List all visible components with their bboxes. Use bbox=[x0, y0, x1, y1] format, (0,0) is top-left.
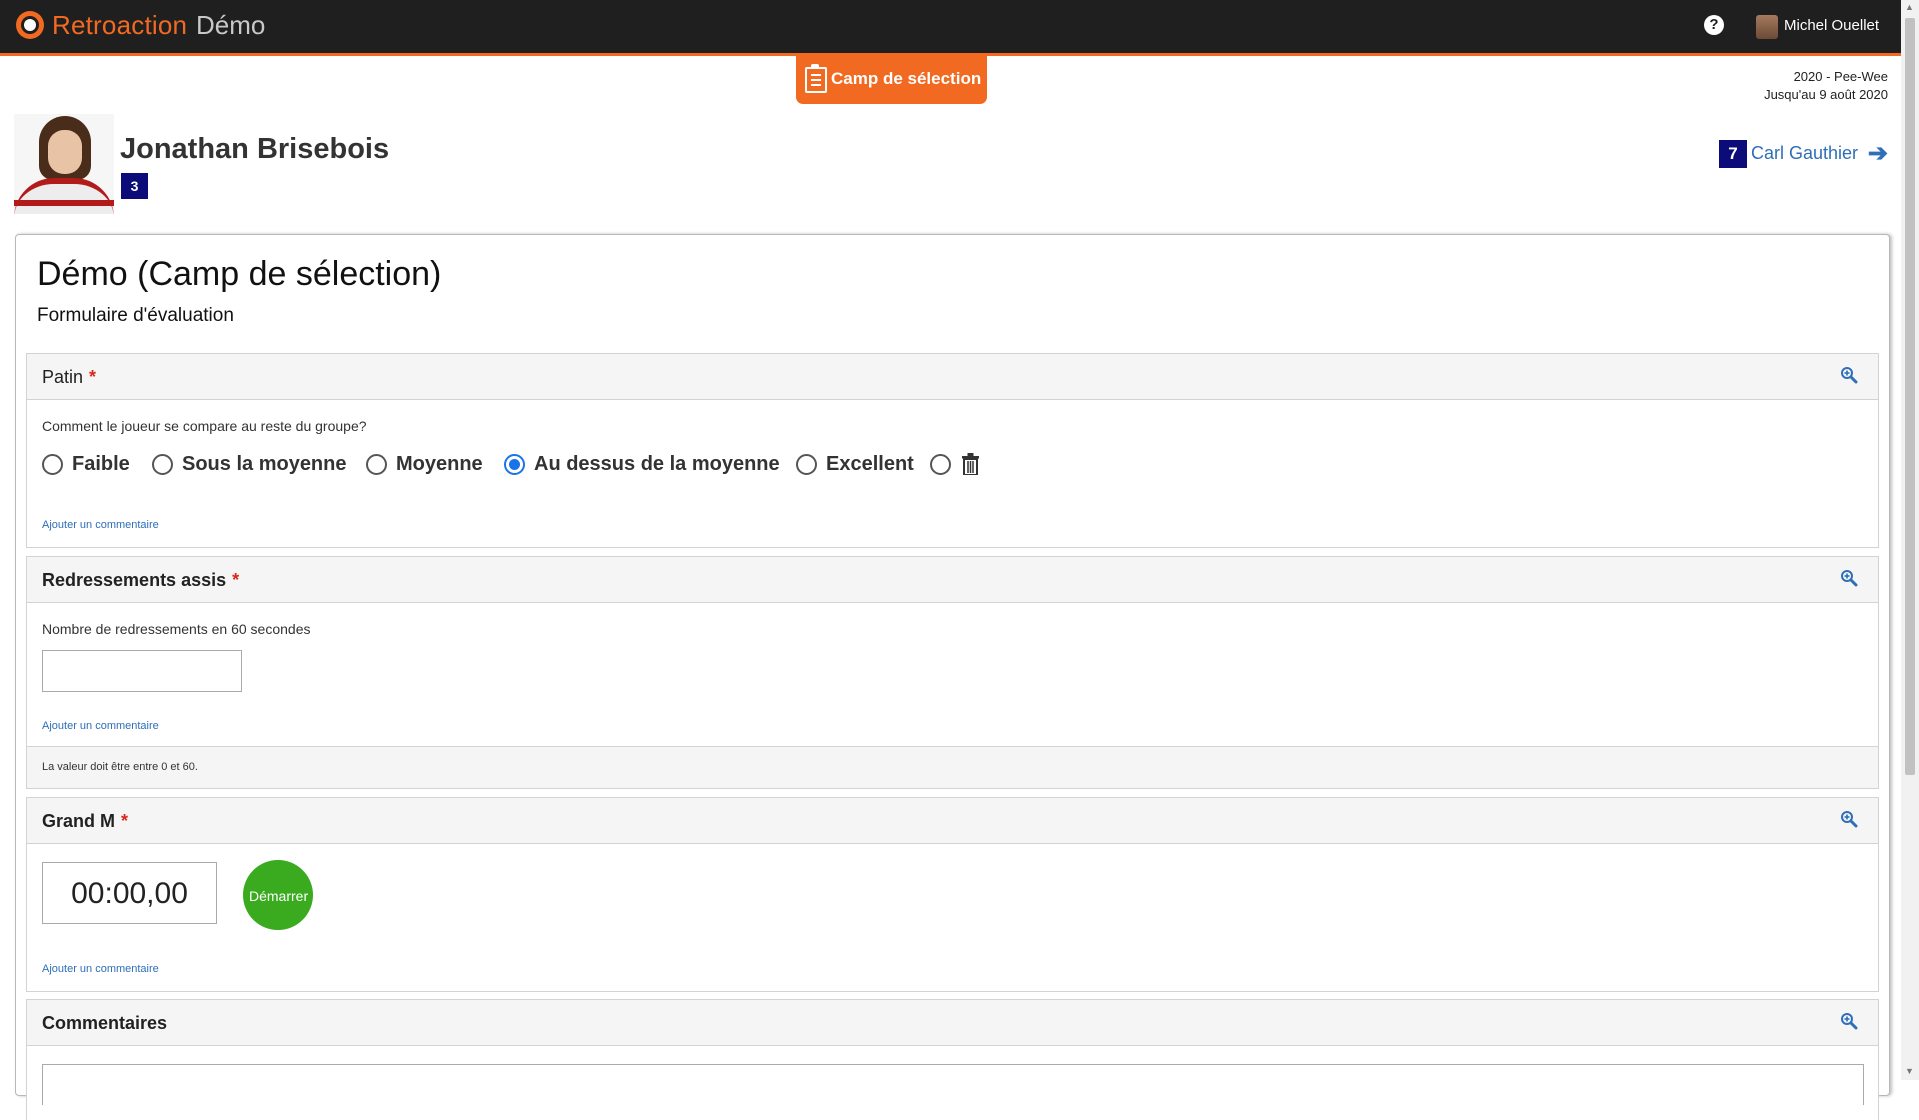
radio-label[interactable]: Faible bbox=[72, 453, 130, 476]
season-name: 2020 - Pee-Wee bbox=[1793, 69, 1888, 84]
validation-message-bar: La valeur doit être entre 0 et 60. bbox=[27, 746, 1878, 788]
section-title: Commentaires bbox=[42, 1013, 168, 1033]
organization-name: Démo bbox=[196, 10, 266, 40]
section-grand-m: Grand M * 00:00,00 Démarrer Ajouter un co… bbox=[26, 797, 1879, 992]
form-title: Démo (Camp de sélection) bbox=[37, 255, 442, 293]
section-commentaires: Commentaires bbox=[26, 999, 1879, 1120]
required-marker: * bbox=[232, 570, 240, 590]
validation-message: La valeur doit être entre 0 et 60. bbox=[42, 761, 198, 773]
radio-button[interactable] bbox=[152, 454, 173, 475]
player-number-badge: 3 bbox=[121, 173, 148, 199]
retroaction-logo-icon[interactable] bbox=[14, 9, 46, 41]
required-marker: * bbox=[121, 811, 129, 831]
section-header: Grand M * bbox=[27, 798, 1878, 844]
page-scrollbar[interactable]: ▲ ▼ bbox=[1901, 0, 1919, 1080]
section-title: Grand M * bbox=[42, 811, 129, 831]
required-marker: * bbox=[89, 367, 97, 387]
section-header: Patin * bbox=[27, 354, 1878, 400]
section-question: Nombre de redressements en 60 secondes bbox=[42, 621, 311, 637]
form-subtitle: Formulaire d'évaluation bbox=[37, 305, 234, 326]
radio-label[interactable]: Au dessus de la moyenne bbox=[534, 453, 780, 476]
radio-label[interactable]: Sous la moyenne bbox=[182, 453, 347, 476]
user-avatar[interactable] bbox=[1756, 15, 1778, 39]
zoom-in-icon[interactable] bbox=[1840, 810, 1858, 828]
add-comment-link[interactable]: Ajouter un commentaire bbox=[42, 963, 159, 975]
stopwatch-display: 00:00,00 bbox=[42, 862, 217, 924]
scrollbar-thumb[interactable] bbox=[1905, 18, 1915, 775]
trash-icon[interactable] bbox=[962, 453, 979, 475]
zoom-in-icon[interactable] bbox=[1840, 1012, 1858, 1030]
radio-button[interactable] bbox=[796, 454, 817, 475]
add-comment-link[interactable]: Ajouter un commentaire bbox=[42, 519, 159, 531]
section-title: Redressements assis * bbox=[42, 570, 240, 590]
radio-button[interactable] bbox=[366, 454, 387, 475]
season-deadline: Jusqu'au 9 août 2020 bbox=[1764, 87, 1888, 102]
add-comment-link[interactable]: Ajouter un commentaire bbox=[42, 720, 159, 732]
section-title: Patin * bbox=[42, 367, 97, 387]
start-timer-button[interactable]: Démarrer bbox=[243, 860, 313, 930]
scroll-down-arrow-icon[interactable]: ▼ bbox=[1905, 1066, 1914, 1076]
user-menu-name[interactable]: Michel Ouellet bbox=[1784, 17, 1879, 34]
scroll-up-arrow-icon[interactable]: ▲ bbox=[1905, 2, 1914, 12]
situps-count-input[interactable] bbox=[42, 650, 242, 692]
help-icon[interactable]: ? bbox=[1704, 15, 1724, 35]
clipboard-icon bbox=[805, 64, 827, 93]
section-redressements-assis: Redressements assis * Nombre de redressem… bbox=[26, 556, 1879, 789]
top-navbar: Retroaction Démo ? Michel Ouellet bbox=[0, 0, 1901, 56]
radio-label[interactable]: Excellent bbox=[826, 453, 914, 476]
section-patin: Patin * Comment le joueur se compare au r… bbox=[26, 353, 1879, 548]
section-header: Commentaires bbox=[27, 1000, 1878, 1046]
mode-badge-label: Camp de sélection bbox=[831, 69, 982, 88]
next-player-number[interactable]: 7 bbox=[1719, 140, 1747, 168]
next-player-link[interactable]: 7 Carl Gauthier ➔ bbox=[1698, 140, 1888, 168]
arrow-right-icon[interactable]: ➔ bbox=[1868, 139, 1888, 168]
radio-button[interactable] bbox=[42, 454, 63, 475]
player-name: Jonathan Brisebois bbox=[120, 133, 390, 165]
radio-button[interactable] bbox=[930, 454, 951, 475]
radio-label[interactable]: Moyenne bbox=[396, 453, 483, 476]
zoom-in-icon[interactable] bbox=[1840, 569, 1858, 587]
comments-textarea[interactable] bbox=[42, 1064, 1864, 1105]
section-header: Redressements assis * bbox=[27, 557, 1878, 603]
brand-name[interactable]: Retroaction bbox=[52, 10, 187, 41]
section-question: Comment le joueur se compare au reste du… bbox=[42, 418, 367, 434]
radio-button-selected[interactable] bbox=[504, 454, 525, 475]
evaluation-form-card: Démo (Camp de sélection) Formulaire d'év… bbox=[15, 234, 1890, 1120]
mode-badge: Camp de sélection bbox=[796, 56, 987, 104]
season-info: 2020 - Pee-Wee Jusqu'au 9 août 2020 bbox=[1764, 68, 1888, 104]
player-photo bbox=[14, 114, 114, 214]
zoom-in-icon[interactable] bbox=[1840, 366, 1858, 384]
next-player-name[interactable]: Carl Gauthier bbox=[1751, 143, 1858, 164]
